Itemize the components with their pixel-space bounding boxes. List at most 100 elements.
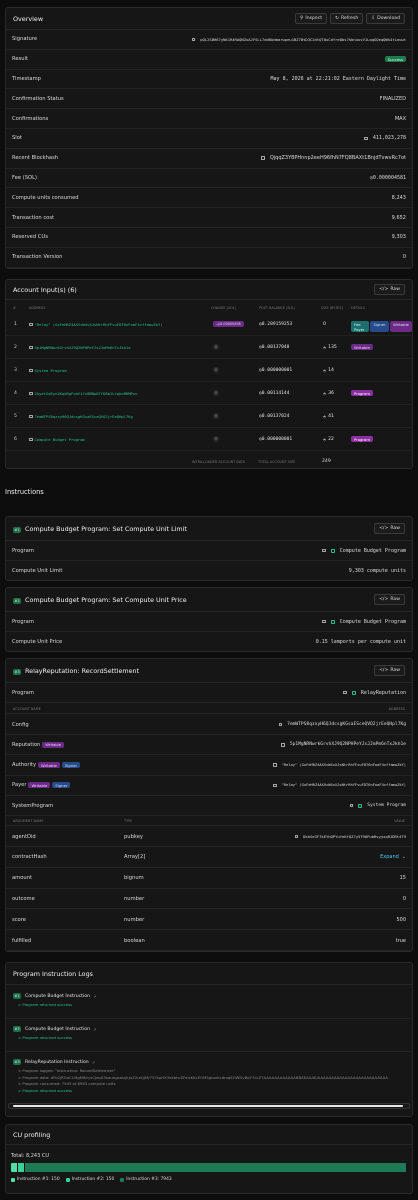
account-address-link[interactable]: 7emWTPS8qzxyH6QJdcsgKGsaESceQVQ2jrEeQHpl…	[29, 414, 133, 419]
accounts-raw-button[interactable]: </> Raw	[374, 284, 405, 295]
ix2-row-value: 0.15 lamports per compute unit	[315, 638, 406, 645]
ix3-account-address[interactable]: 7emWTPS8qzxyH6QJdcsgKGsaESceQVQ2jrEeQHpl…	[278, 722, 406, 727]
overview-row-value: 8,243	[391, 194, 406, 201]
log-group-title: #2 Compute Budget Instruction ↗	[13, 1026, 97, 1032]
instruction-3-card: #3 RelayReputation: RecordSettlement </> R…	[5, 658, 413, 952]
ix3-account-address[interactable]: "Relay" (GxFeHRZ4AXVcW4vXJsNtrRhYFvuFDT6…	[273, 783, 406, 787]
program-icon	[330, 619, 335, 624]
account-row[interactable]: 4 2AyetXdEyn2KqkRgFoaY1fv8BNpDTfD8b1Ltqbc…	[6, 383, 412, 405]
account-address-link[interactable]: Compute Budget Program	[29, 437, 85, 442]
overview-row-value[interactable]: 411,023,278	[364, 135, 406, 141]
copy-icon[interactable]	[29, 414, 33, 419]
ix3-account-address[interactable]: 5p1MgNRNwrkGrvhXJ9Q2NPHPeYJsJJmPm6nTxJkh…	[281, 742, 406, 747]
ix3-accounts-header: ACCOUNT NAME ADDRESS	[6, 704, 412, 714]
ix3-arg-value: 500	[396, 916, 406, 923]
account-row[interactable]: 5 7emWTPS8qzxyH6QJdcsgKGsaESceQVQ2jrEeQHp…	[6, 406, 412, 428]
copy-icon[interactable]	[364, 136, 368, 141]
account-tags: Writable	[351, 344, 373, 350]
change-badge: -◎0.00000458	[213, 321, 244, 327]
instruction-1-card: #1 Compute Budget Program: Set Compute Un…	[5, 516, 413, 581]
accounts-footer-total: 249	[322, 459, 331, 464]
refresh-button[interactable]: ↻ Refresh	[330, 13, 364, 24]
account-index: 4	[14, 391, 17, 396]
instruction-3-index: #3	[13, 668, 21, 675]
program-icon	[358, 803, 363, 808]
post-balance: ◎0.000000001	[259, 368, 293, 373]
external-link-icon[interactable]: ↗	[93, 1027, 96, 1032]
logs-scrollbar-thumb[interactable]	[13, 1105, 403, 1107]
instruction-1-raw-button[interactable]: </> Raw	[374, 523, 405, 534]
account-row[interactable]: 6 Compute Budget Program 0 ◎0.000000001 ⬘ 22 P…	[6, 429, 412, 451]
account-address-link[interactable]: "Relay" (GxFeHRZ4AXVcW4vXJsNtrRhYFvuFDT6…	[29, 322, 163, 327]
instruction-3-program-row: Program RelayReputation	[6, 683, 412, 703]
copy-icon[interactable]	[191, 37, 196, 42]
overview-row-value[interactable]: pQL2SBH67yNk1R4RbQNZuAJFSLL7dd6bdmarwpeu…	[191, 37, 406, 42]
account-size: ⬘ 36	[323, 391, 334, 396]
ix3-arg-value[interactable]: DkkSe3F7kEYhQPYuYeKfQZ7y5T96PubRvyyxqRJD…	[294, 834, 406, 839]
instruction-2-card: #2 Compute Budget Program: Set Compute Un…	[5, 587, 413, 652]
account-inputs-title: Account Input(s) (6)	[13, 285, 77, 294]
log-divider	[6, 1051, 412, 1052]
instruction-3-title: RelayReputation: RecordSettlement	[25, 666, 140, 675]
post-balance: ◎0.00137048	[259, 345, 290, 350]
change-badge: 0	[213, 436, 219, 442]
code-icon: </>	[379, 287, 389, 292]
col-details: DETAILS	[351, 306, 365, 310]
copy-icon[interactable]	[29, 345, 33, 350]
download-button[interactable]: ⇩ Download	[366, 13, 405, 24]
overview-row-label: Recent Blockhash	[12, 155, 59, 162]
overview-row: Confirmation Status FINALIZED	[6, 89, 412, 110]
code-icon: </>	[379, 668, 389, 673]
chevron-down-icon: ⌄	[401, 854, 406, 861]
account-address-link[interactable]: 5p1MgNRNwrkGrvhXJ9Q2NPHPeYJsJJmPm6nTxJkh…	[29, 345, 131, 350]
copy-icon[interactable]	[322, 619, 326, 624]
external-link-icon[interactable]: ↗	[92, 1060, 95, 1065]
account-row[interactable]: 1 "Relay" (GxFeHRZ4AXVcW4vXJsNtrRhYFvuFDT…	[6, 314, 412, 336]
log-group-title: #3 RelayReputation Instruction ↗	[13, 1059, 96, 1065]
copy-icon[interactable]	[281, 743, 285, 747]
copy-icon[interactable]	[343, 690, 347, 695]
instructions-heading: Instructions	[5, 488, 44, 496]
account-row[interactable]: 2 5p1MgNRNwrkGrvhXJ9Q2NPHPeYJsJJmPm6nTxJk…	[6, 337, 412, 359]
sparkle-icon: ⬘	[323, 437, 327, 442]
account-address-link[interactable]: 2AyetXdEyn2KqkRgFoaY1fv8BNpDTfD8b1LtqbcB…	[29, 391, 137, 396]
ix3-account-row: Config 7emWTPS8qzxyH6QJdcsgKGsaESceQVQ2jr…	[6, 715, 412, 735]
instruction-3-header: #3 RelayReputation: RecordSettlement </> R…	[6, 659, 412, 683]
overview-row: Result Success	[6, 50, 412, 70]
account-inputs-header: Account Input(s) (6) </> Raw	[6, 280, 412, 300]
overview-row: Signature pQL2SBH67yNk1R4RbQNZuAJFSLL7dd6…	[6, 30, 412, 50]
copy-icon[interactable]	[29, 437, 33, 442]
account-index: 5	[14, 414, 17, 419]
ix3-account-address[interactable]: System Program	[349, 803, 406, 808]
account-row[interactable]: 3 System Program 0 ◎0.000000001 ⬘ 14	[6, 360, 412, 382]
logs-horizontal-scrollbar[interactable]	[8, 1103, 410, 1109]
copy-icon[interactable]	[278, 722, 283, 727]
ix2-row-value[interactable]: Compute Budget Program	[322, 619, 406, 625]
instruction-3-program-link[interactable]: RelayReputation	[343, 690, 406, 696]
external-link-icon[interactable]: ↗	[93, 994, 96, 999]
instruction-3-raw-button[interactable]: </> Raw	[374, 665, 405, 676]
account-address-link[interactable]: System Program	[29, 368, 67, 373]
instruction-2-raw-button[interactable]: </> Raw	[374, 594, 405, 605]
ix2-row: Program Compute Budget Program	[6, 612, 412, 632]
inspect-button[interactable]: ⚲ Inspect	[294, 13, 328, 24]
copy-icon[interactable]	[349, 803, 354, 808]
account-tags: Fee Payer Signer Writable	[351, 321, 412, 332]
ix1-row-value[interactable]: Compute Budget Program	[322, 548, 406, 554]
instruction-1-title: Compute Budget Program: Set Compute Unit…	[25, 524, 187, 533]
copy-icon[interactable]	[29, 322, 33, 327]
overview-row-value: MAX	[394, 115, 406, 122]
copy-icon[interactable]	[29, 391, 33, 396]
copy-icon[interactable]	[273, 783, 277, 788]
cu-legend-item: Instruction #1: 150	[11, 1177, 60, 1182]
copy-icon[interactable]	[273, 763, 277, 767]
expand-button[interactable]: Expand ⌄	[380, 854, 406, 860]
ix3-account-address[interactable]: "Relay" (GxFeHRZ4AXVcW4vXJsNtrRhYFvuFDT6…	[273, 763, 406, 767]
copy-icon[interactable]	[261, 156, 265, 160]
inspect-icon: ⚲	[299, 16, 304, 21]
ix3-args-header: ARGUMENT NAME TYPE VALUE	[6, 816, 412, 826]
copy-icon[interactable]	[29, 368, 33, 373]
overview-row-value: QjqqZ3Y8PHnnp2eeH96fhN7FQ8BAXt1BnjdTvwvR…	[261, 155, 406, 161]
copy-icon[interactable]	[294, 834, 299, 839]
copy-icon[interactable]	[322, 548, 326, 553]
